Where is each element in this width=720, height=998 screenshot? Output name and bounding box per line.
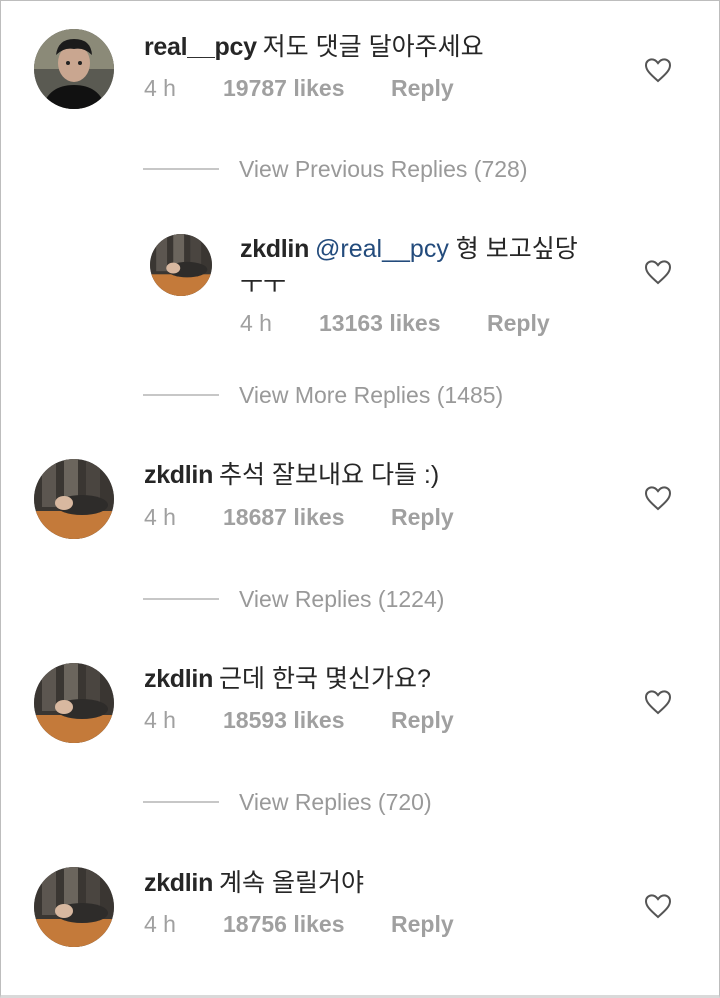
likes-count[interactable]: 18593 likes: [223, 705, 391, 735]
comment-body: 저도 댓글 달아주세요: [262, 33, 484, 61]
timestamp: 4 h: [144, 707, 176, 733]
comment-meta: 4 h 18593 likes Reply: [144, 705, 454, 735]
heart-outline-icon[interactable]: [644, 893, 672, 919]
avatar[interactable]: [150, 234, 212, 296]
view-replies-label: View More Replies (1485): [239, 382, 504, 408]
divider-line: [143, 597, 219, 600]
username[interactable]: zkdlin: [144, 665, 213, 693]
comment-body-line2: ㅜㅜ: [240, 271, 287, 299]
comment-text: zkdlin @real__pcy 형 보고싶당 ㅜㅜ: [240, 231, 610, 303]
timestamp: 4 h: [240, 310, 272, 336]
reply-button[interactable]: Reply: [487, 308, 550, 338]
view-replies-link[interactable]: View Previous Replies (728): [143, 156, 528, 186]
likes-count[interactable]: 19787 likes: [223, 73, 391, 103]
username[interactable]: zkdlin: [144, 869, 213, 897]
divider-line: [143, 393, 219, 396]
username[interactable]: zkdlin: [240, 235, 309, 263]
comment-meta: 4 h 19787 likes Reply: [144, 73, 454, 103]
username[interactable]: real__pcy: [144, 33, 257, 61]
comment-meta: 4 h 18687 likes Reply: [144, 502, 454, 532]
heart-outline-icon[interactable]: [644, 485, 672, 511]
divider-line: [143, 167, 219, 170]
likes-count[interactable]: 18687 likes: [223, 502, 391, 532]
comment-meta: 4 h 13163 likes Reply: [240, 308, 550, 338]
view-replies-label: View Replies (1224): [239, 586, 445, 612]
comment-body: 추석 잘보내요 다들 :): [219, 461, 440, 489]
comment-text: zkdlin 계속 올릴거야: [144, 865, 364, 901]
comment-body: 계속 올릴거야: [219, 869, 364, 897]
reply-button[interactable]: Reply: [391, 909, 454, 939]
view-replies-link[interactable]: View Replies (1224): [143, 586, 444, 616]
avatar[interactable]: [34, 663, 114, 743]
likes-count[interactable]: 18756 likes: [223, 909, 391, 939]
reply-button[interactable]: Reply: [391, 73, 454, 103]
comments-screen: real__pcy 저도 댓글 달아주세요 4 h 19787 likes Reply…: [0, 0, 720, 998]
likes-count[interactable]: 13163 likes: [319, 308, 487, 338]
heart-outline-icon[interactable]: [644, 689, 672, 715]
username[interactable]: zkdlin: [144, 461, 213, 489]
view-replies-label: View Replies (720): [239, 789, 432, 815]
timestamp: 4 h: [144, 504, 176, 530]
comment-text: zkdlin 근데 한국 몇신가요?: [144, 661, 431, 697]
comment-text: real__pcy 저도 댓글 달아주세요: [144, 29, 484, 65]
avatar[interactable]: [34, 29, 114, 109]
timestamp: 4 h: [144, 75, 176, 101]
comment-meta: 4 h 18756 likes Reply: [144, 909, 454, 939]
comment-body: 근데 한국 몇신가요?: [219, 665, 431, 693]
view-replies-label: View Previous Replies (728): [239, 156, 528, 182]
avatar[interactable]: [34, 867, 114, 947]
timestamp: 4 h: [144, 911, 176, 937]
divider-line: [143, 800, 219, 803]
comment-body: 형 보고싶당: [455, 235, 578, 263]
comment-text: zkdlin 추석 잘보내요 다들 :): [144, 457, 439, 493]
heart-outline-icon[interactable]: [644, 57, 672, 83]
avatar[interactable]: [34, 459, 114, 539]
reply-button[interactable]: Reply: [391, 502, 454, 532]
view-more-replies-link[interactable]: View More Replies (1485): [143, 382, 503, 412]
reply-button[interactable]: Reply: [391, 705, 454, 735]
mention-link[interactable]: @real__pcy: [315, 235, 449, 263]
heart-outline-icon[interactable]: [644, 259, 672, 285]
view-replies-link[interactable]: View Replies (720): [143, 789, 432, 819]
